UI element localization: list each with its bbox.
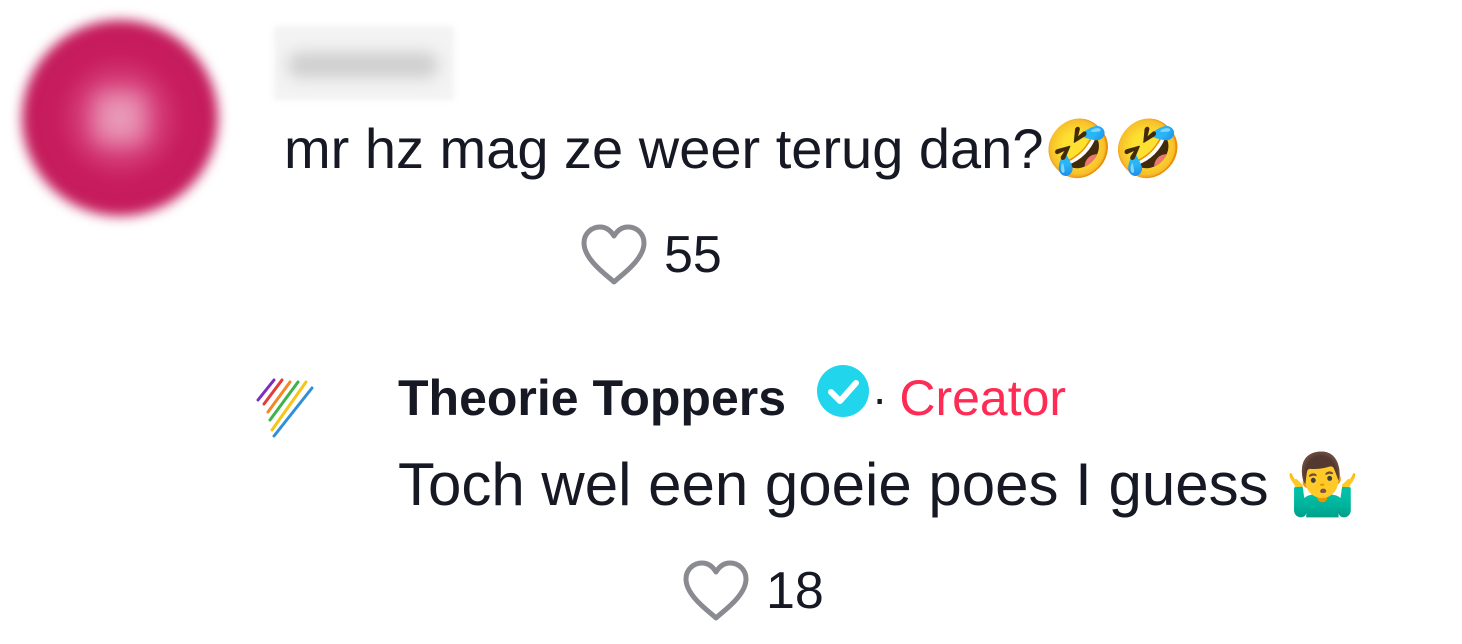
commenter-avatar[interactable] — [22, 20, 218, 216]
heart-outline-icon[interactable] — [680, 558, 752, 624]
comment-like-count: 55 — [664, 226, 722, 284]
author-separator: · — [872, 372, 888, 424]
heart-outline-icon[interactable] — [578, 222, 650, 288]
commenter-username-redacted[interactable] — [274, 26, 454, 100]
reply-author-name[interactable]: Theorie Toppers — [398, 368, 786, 428]
verified-check-icon — [816, 364, 870, 418]
reply-like-count: 18 — [766, 562, 824, 620]
comment-text: mr hz mag ze weer terug dan?🤣🤣 — [284, 117, 1183, 180]
creator-badge: Creator — [899, 370, 1067, 426]
reply-author-row: Theorie Toppers · Creator — [398, 365, 1067, 428]
reply-like-button[interactable]: 18 — [680, 558, 824, 624]
reply-avatar[interactable] — [252, 374, 318, 440]
theorie-toppers-logo-icon — [256, 378, 314, 438]
comment-like-button[interactable]: 55 — [578, 222, 722, 288]
reply-text: Toch wel een goeie poes I guess 🤷‍♂️ — [398, 451, 1360, 518]
